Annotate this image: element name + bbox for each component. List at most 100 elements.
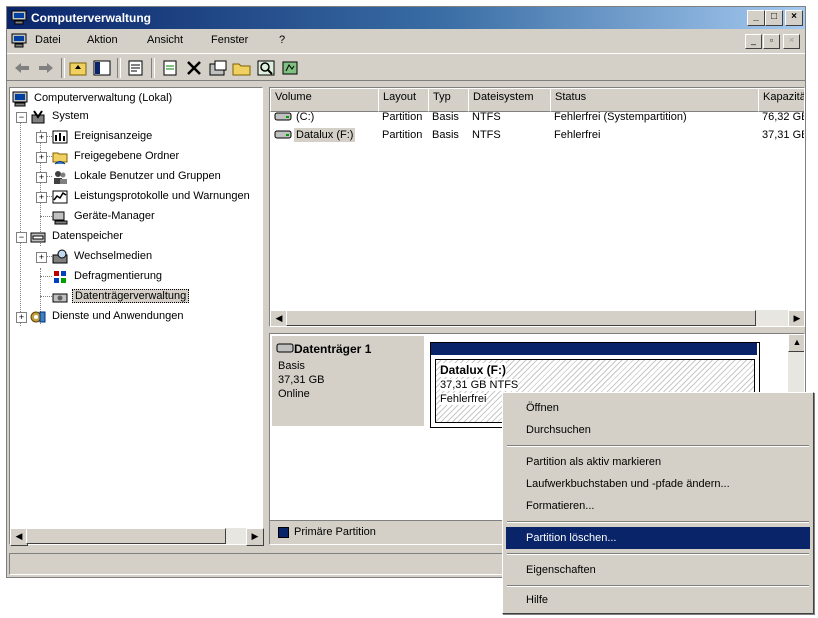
properties-icon[interactable] xyxy=(125,58,147,78)
tree-label-wechselmedien: Wechselmedien xyxy=(74,250,153,262)
expand-toggle[interactable]: + xyxy=(36,172,47,183)
storage-icon xyxy=(30,232,46,243)
cell-layout: Partition xyxy=(382,129,423,141)
menu-item-help[interactable]: Hilfe xyxy=(506,589,810,611)
cell-typ: Basis xyxy=(432,111,459,123)
menu-ansicht[interactable]: Ansicht xyxy=(147,34,183,46)
shared-folder-icon xyxy=(52,152,68,165)
menu-help[interactable]: ? xyxy=(279,34,285,46)
computer-management-icon xyxy=(11,10,27,25)
performance-logs-icon xyxy=(52,190,68,204)
tree-line xyxy=(20,112,21,326)
disk-header[interactable]: Datenträger 1 Basis 37,31 GB Online xyxy=(272,336,424,426)
up-folder-icon[interactable] xyxy=(67,58,89,78)
menu-separator xyxy=(507,585,809,587)
drive-icon xyxy=(274,130,292,139)
services-icon xyxy=(30,311,46,323)
scroll-right-button[interactable]: ▶ xyxy=(246,528,264,546)
partition-name: Datalux (F:) xyxy=(440,363,506,377)
tree-label-defragmentierung: Defragmentierung xyxy=(74,270,163,282)
scroll-thumb[interactable] xyxy=(286,310,756,326)
tree-label-lokale-benutzer: Lokale Benutzer und Gruppen xyxy=(74,170,221,182)
list-horizontal-scrollbar[interactable]: ◀ ▶ xyxy=(270,310,804,326)
scroll-up-button[interactable]: ▲ xyxy=(788,334,804,352)
event-viewer-icon xyxy=(52,130,68,144)
users-icon xyxy=(54,171,67,184)
close-button[interactable]: × xyxy=(785,10,803,26)
menu-item-format[interactable]: Formatieren... xyxy=(506,495,810,517)
cell-dateisystem: NTFS xyxy=(472,129,501,141)
disk-tool-icon[interactable] xyxy=(279,58,301,78)
mmc-icon[interactable] xyxy=(11,33,27,48)
minimize-button[interactable]: _ xyxy=(747,10,765,26)
cell-status: Fehlerfrei xyxy=(554,129,601,141)
cell-volume: Datalux (F:) xyxy=(294,128,356,142)
cell-dateisystem: NTFS xyxy=(472,111,501,123)
partition-context-menu: Öffnen Durchsuchen Partition als aktiv m… xyxy=(502,392,814,614)
partition-size: 37,31 GB NTFS xyxy=(440,379,519,391)
tree-line xyxy=(40,296,52,297)
disk-name: Datenträger 1 xyxy=(294,342,372,356)
tree-label-datenspeicher: Datenspeicher xyxy=(52,230,123,242)
document-icon[interactable] xyxy=(159,58,181,78)
cell-layout: Partition xyxy=(382,111,423,123)
expand-toggle[interactable]: + xyxy=(16,312,27,323)
collapse-toggle[interactable]: − xyxy=(16,232,27,243)
cell-status: Fehlerfrei (Systempartition) xyxy=(554,111,687,123)
menu-aktion[interactable]: Aktion xyxy=(87,34,118,46)
scroll-thumb[interactable] xyxy=(26,528,226,544)
show-hide-tree-icon[interactable] xyxy=(91,58,113,78)
removable-media-icon xyxy=(52,249,68,264)
menu-datei[interactable]: Datei xyxy=(35,34,61,46)
maximize-button[interactable]: □ xyxy=(765,10,783,26)
menu-item-mark-active[interactable]: Partition als aktiv markieren xyxy=(506,451,810,473)
disk-state: Online xyxy=(278,388,310,400)
delete-icon[interactable] xyxy=(183,58,205,78)
menu-item-delete-partition[interactable]: Partition löschen... xyxy=(506,527,810,549)
tree-label-geraete-manager: Geräte-Manager xyxy=(74,210,155,222)
menu-separator xyxy=(507,553,809,555)
tools-icon xyxy=(31,110,45,124)
menu-item-change-drive-letter[interactable]: Laufwerkbuchstaben und -pfade ändern... xyxy=(506,473,810,495)
collapse-toggle[interactable]: − xyxy=(16,112,27,123)
cell-volume: (C:) xyxy=(296,111,315,123)
menu-fenster[interactable]: Fenster xyxy=(211,34,248,46)
child-minimize-button[interactable]: _ xyxy=(745,34,762,49)
volume-list: Volume Layout Typ Dateisystem Status Kap… xyxy=(269,87,805,327)
expand-toggle[interactable]: + xyxy=(36,152,47,163)
expand-toggle[interactable]: + xyxy=(36,192,47,203)
disk-management-icon xyxy=(52,293,68,303)
table-row[interactable]: (C:) Partition Basis NTFS Fehlerfrei (Sy… xyxy=(270,108,804,126)
tree-label-dienste: Dienste und Anwendungen xyxy=(52,310,184,322)
properties-sheet-icon[interactable] xyxy=(207,58,229,78)
scroll-right-button[interactable]: ▶ xyxy=(788,310,804,326)
primary-partition-bar xyxy=(431,343,757,355)
menu-separator xyxy=(507,521,809,523)
expand-toggle[interactable]: + xyxy=(36,132,47,143)
tree-label-system: System xyxy=(52,110,89,122)
expand-toggle[interactable]: + xyxy=(36,252,47,263)
title-bar[interactable]: Computerverwaltung _ □ × xyxy=(7,7,805,29)
disk-icon xyxy=(276,343,294,353)
defrag-icon xyxy=(54,271,66,283)
tree-horizontal-scrollbar[interactable]: ◀ ▶ xyxy=(10,528,264,546)
forward-arrow-icon[interactable] xyxy=(35,58,57,78)
disk-type: Basis xyxy=(278,360,305,372)
drive-icon xyxy=(274,112,292,121)
child-restore-button[interactable]: ▫ xyxy=(763,34,780,49)
menu-item-properties[interactable]: Eigenschaften xyxy=(506,559,810,581)
toolbar-separator xyxy=(117,58,121,78)
menu-item-open[interactable]: Öffnen xyxy=(506,397,810,419)
search-icon[interactable] xyxy=(255,58,277,78)
tree-label-freigegebene-ordner: Freigegebene Ordner xyxy=(74,150,180,162)
back-arrow-icon[interactable] xyxy=(11,58,33,78)
menu-item-explore[interactable]: Durchsuchen xyxy=(506,419,810,441)
window-title: Computerverwaltung xyxy=(31,11,152,25)
tree-line xyxy=(40,276,52,277)
tree-label-datentraegerverwaltung: Datenträgerverwaltung xyxy=(72,289,190,303)
child-close-button[interactable]: × xyxy=(783,34,800,49)
table-row[interactable]: Datalux (F:) Partition Basis NTFS Fehler… xyxy=(270,126,804,144)
open-folder-icon[interactable] xyxy=(231,58,253,78)
cell-kapazitaet: 37,31 GB xyxy=(762,129,805,141)
tree-label-ereignisanzeige: Ereignisanzeige xyxy=(74,130,153,142)
